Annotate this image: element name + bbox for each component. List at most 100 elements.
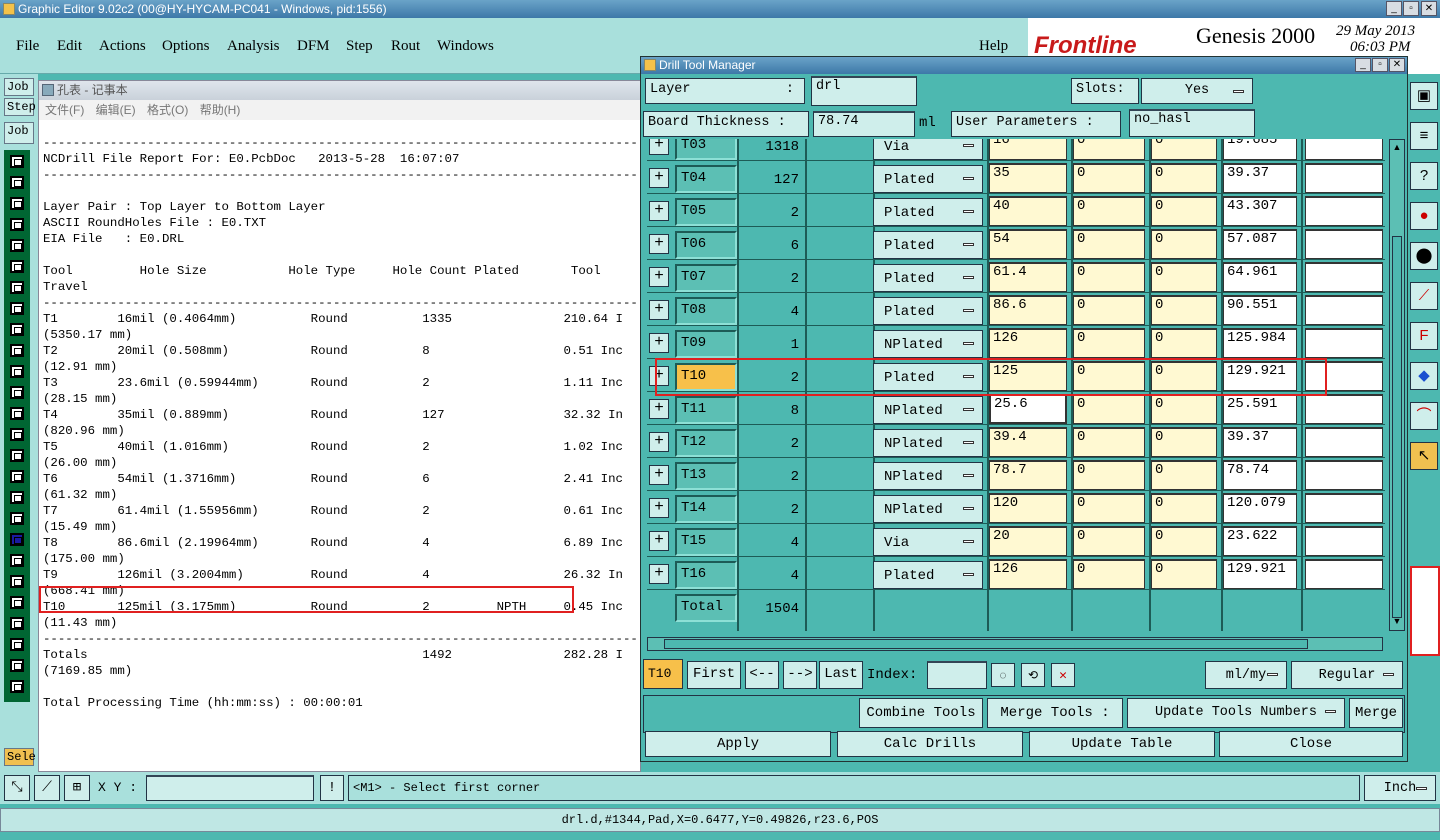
units-dropdown[interactable]: ml/my — [1205, 661, 1287, 689]
expand-icon[interactable]: + — [649, 139, 669, 155]
notes-field[interactable] — [1305, 427, 1383, 457]
layer-icon[interactable] — [10, 638, 24, 651]
notes-field[interactable] — [1305, 394, 1383, 424]
notepad-menu-edit[interactable]: 编辑(E) — [96, 103, 136, 117]
line-icon[interactable]: ⟋ — [1410, 282, 1438, 310]
layers-icon[interactable]: ≡ — [1410, 122, 1438, 150]
tolerance-minus-field[interactable]: 0 — [1151, 229, 1217, 259]
tolerance-minus-field[interactable]: 0 — [1151, 262, 1217, 292]
tolerance-plus-field[interactable]: 0 — [1073, 196, 1145, 226]
tolerance-minus-field[interactable]: 0 — [1151, 328, 1217, 358]
slots-dropdown[interactable]: Yes — [1141, 78, 1253, 104]
drill-size-field[interactable]: 40 — [989, 196, 1067, 226]
hole-type-dropdown[interactable]: Plated — [873, 198, 983, 226]
hole-type-dropdown[interactable]: Via — [873, 139, 983, 160]
notepad-menu-help[interactable]: 帮助(H) — [200, 103, 241, 117]
mode-dropdown[interactable]: Regular — [1291, 661, 1403, 689]
update-tools-numbers-dropdown[interactable]: Update Tools Numbers — [1127, 698, 1345, 728]
notes-field[interactable] — [1305, 163, 1383, 193]
units-selector[interactable]: Inch — [1364, 775, 1436, 801]
layer-icon[interactable] — [10, 470, 24, 483]
menu-windows[interactable]: Windows — [437, 38, 494, 55]
board-thickness-input[interactable]: 78.74 — [813, 111, 915, 137]
job-button-2[interactable]: Job — [4, 122, 34, 144]
finish-size-field[interactable]: 43.307 — [1223, 196, 1297, 226]
hole-type-dropdown[interactable]: Plated — [873, 561, 983, 589]
tool-name[interactable]: T09 — [675, 330, 737, 358]
hole-type-dropdown[interactable]: Plated — [873, 297, 983, 325]
tolerance-minus-field[interactable]: 0 — [1151, 295, 1217, 325]
restore-icon[interactable]: ▫ — [1403, 1, 1419, 16]
horizontal-scrollbar[interactable] — [647, 637, 1383, 651]
expand-icon[interactable]: + — [649, 201, 669, 221]
layer-icon[interactable] — [10, 659, 24, 672]
finish-size-field[interactable]: 129.921 — [1223, 559, 1297, 589]
expand-icon[interactable]: + — [649, 465, 669, 485]
notes-field[interactable] — [1305, 460, 1383, 490]
finish-size-field[interactable]: 125.984 — [1223, 328, 1297, 358]
horizontal-scroll-thumb[interactable] — [664, 639, 1308, 649]
layer-icon[interactable] — [10, 491, 24, 504]
expand-icon[interactable]: + — [649, 531, 669, 551]
notes-field[interactable] — [1305, 229, 1383, 259]
expand-icon[interactable]: + — [649, 399, 669, 419]
layer-icon[interactable] — [10, 260, 24, 273]
expand-icon[interactable]: + — [649, 300, 669, 320]
update-table-button[interactable]: Update Table — [1029, 731, 1215, 757]
finish-size-field[interactable]: 64.961 — [1223, 262, 1297, 292]
finish-size-field[interactable]: 90.551 — [1223, 295, 1297, 325]
tool-name[interactable]: T12 — [675, 429, 737, 457]
expand-icon[interactable]: + — [649, 498, 669, 518]
merge-button[interactable]: Merge — [1349, 698, 1403, 728]
calc-drills-button[interactable]: Calc Drills — [837, 731, 1023, 757]
layer-icon[interactable] — [10, 155, 24, 168]
notes-field[interactable] — [1305, 526, 1383, 556]
tool-name[interactable]: T05 — [675, 198, 737, 226]
layer-icon[interactable] — [10, 176, 24, 189]
hole-type-dropdown[interactable]: NPlated — [873, 462, 983, 490]
layer-icon[interactable] — [10, 386, 24, 399]
pad-icon[interactable]: ⬤ — [1410, 242, 1438, 270]
dtm-close-icon[interactable]: ✕ — [1389, 58, 1405, 72]
shapes-icon[interactable]: ◆ — [1410, 362, 1438, 390]
tolerance-plus-field[interactable]: 0 — [1073, 295, 1145, 325]
tool-name[interactable]: T03 — [675, 139, 737, 160]
tolerance-minus-field[interactable]: 0 — [1151, 493, 1217, 523]
layer-icon[interactable] — [10, 218, 24, 231]
layer-input[interactable]: drl — [811, 76, 917, 106]
tolerance-plus-field[interactable]: 0 — [1073, 493, 1145, 523]
layer-icon[interactable] — [10, 449, 24, 462]
menu-edit[interactable]: Edit — [57, 38, 82, 55]
expand-icon[interactable]: + — [649, 564, 669, 584]
finish-size-field[interactable]: 23.622 — [1223, 526, 1297, 556]
layer-icon[interactable] — [10, 344, 24, 357]
refresh-icon[interactable]: ⟲ — [1021, 663, 1045, 687]
layer-icon[interactable] — [10, 197, 24, 210]
drill-size-field[interactable]: 35 — [989, 163, 1067, 193]
tolerance-minus-field[interactable]: 0 — [1151, 559, 1217, 589]
finish-size-field[interactable]: 25.591 — [1223, 394, 1297, 424]
tool-name[interactable]: T14 — [675, 495, 737, 523]
tool-name[interactable]: T04 — [675, 165, 737, 193]
drill-size-field[interactable]: 16 — [989, 139, 1067, 160]
apply-button[interactable]: Apply — [645, 731, 831, 757]
tool-name[interactable]: T06 — [675, 231, 737, 259]
grid-icon[interactable]: ⊞ — [64, 775, 90, 801]
layer-icon[interactable] — [10, 302, 24, 315]
tool-name[interactable]: T13 — [675, 462, 737, 490]
arc-icon[interactable]: ⌒ — [1410, 402, 1438, 430]
minimize-icon[interactable]: _ — [1386, 1, 1402, 16]
tool-name[interactable]: T11 — [675, 396, 737, 424]
finish-size-field[interactable]: 39.37 — [1223, 427, 1297, 457]
scroll-down-icon[interactable]: ▼ — [1391, 616, 1403, 626]
hole-type-dropdown[interactable]: NPlated — [873, 429, 983, 457]
menu-help[interactable]: Help — [979, 38, 1008, 55]
job-button[interactable]: Job — [4, 78, 34, 96]
drill-size-field[interactable]: 61.4 — [989, 262, 1067, 292]
menu-options[interactable]: Options — [162, 38, 210, 55]
close-button[interactable]: Close — [1219, 731, 1403, 757]
notepad-text-area[interactable]: ----------------------------------------… — [43, 135, 639, 765]
tolerance-minus-field[interactable]: 0 — [1151, 460, 1217, 490]
expand-icon[interactable]: + — [649, 333, 669, 353]
select-button[interactable]: Sele — [4, 748, 36, 766]
